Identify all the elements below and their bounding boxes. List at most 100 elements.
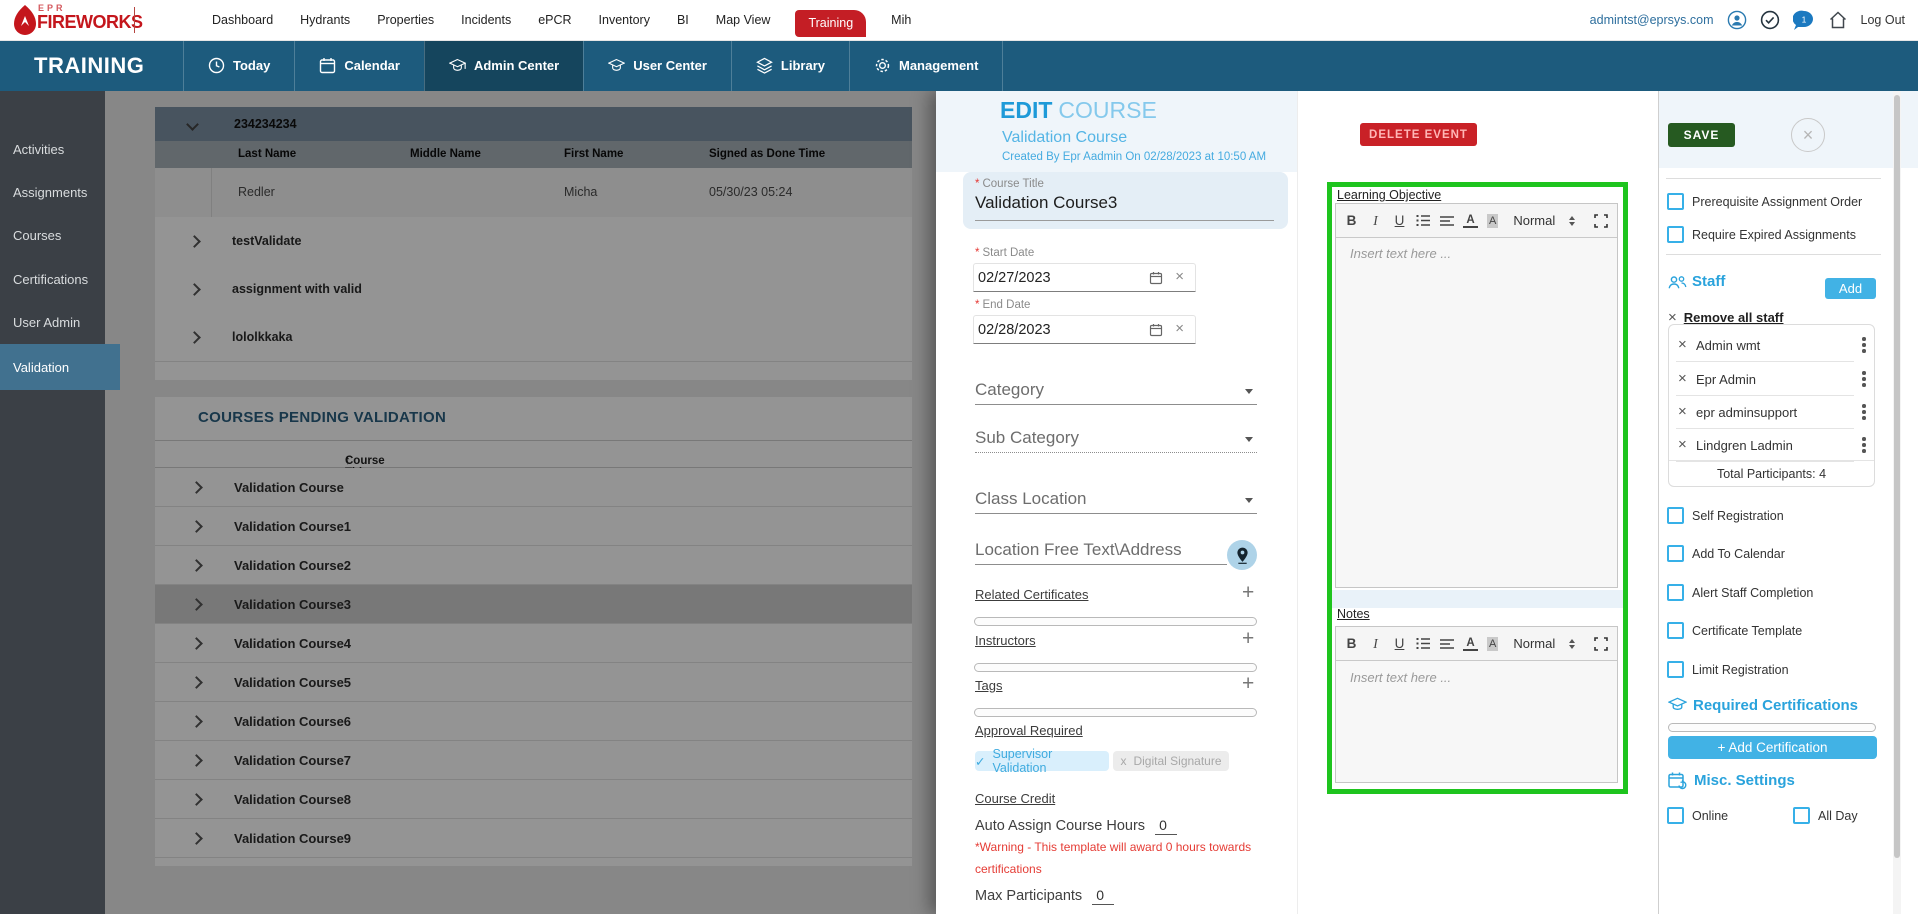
sidebar-item-activities[interactable]: Activities [0, 128, 105, 171]
require-expired-checkbox[interactable]: Require Expired Assignments [1667, 226, 1856, 243]
kebab-menu-icon[interactable] [1862, 404, 1866, 420]
sidebar-item-user-admin[interactable]: User Admin [0, 301, 105, 344]
prerequisite-order-checkbox[interactable]: Prerequisite Assignment Order [1667, 193, 1862, 210]
tab-admin-center[interactable]: Admin Center [424, 40, 583, 91]
save-button[interactable]: SAVE [1668, 123, 1735, 147]
sidebar-item-assignments[interactable]: Assignments [0, 171, 105, 214]
italic-button[interactable]: I [1368, 636, 1383, 652]
category-select[interactable]: Category [975, 378, 1257, 405]
certificate-template-checkbox[interactable]: Certificate Template [1667, 622, 1802, 639]
fullscreen-button[interactable] [1594, 637, 1608, 651]
underline-button[interactable]: U [1392, 213, 1407, 228]
tab-management[interactable]: Management [849, 40, 1003, 91]
fullscreen-button[interactable] [1594, 214, 1608, 228]
text-color-button[interactable]: A [1463, 637, 1478, 651]
text-color-button[interactable]: A [1463, 214, 1478, 228]
max-participants-input[interactable]: 0 [1092, 887, 1114, 905]
ordered-list-button[interactable] [1416, 637, 1431, 650]
modal-backdrop[interactable] [105, 91, 936, 914]
panel-scrollbar[interactable] [1893, 91, 1901, 914]
staff-people-icon [1668, 275, 1687, 290]
end-date-field[interactable]: 02/28/2023 × [973, 315, 1196, 344]
nav-inventory[interactable]: Inventory [599, 13, 650, 27]
modal-title-edit: EDIT [1000, 97, 1052, 123]
location-free-text-input[interactable]: Location Free Text\Address [975, 538, 1227, 565]
calendar-picker-icon[interactable] [1149, 323, 1163, 337]
nav-map-view[interactable]: Map View [716, 13, 771, 27]
nav-epcr[interactable]: ePCR [538, 13, 571, 27]
start-date-field[interactable]: 02/27/2023 × [973, 263, 1196, 292]
add-certification-button[interactable]: + Add Certification [1668, 736, 1877, 759]
auto-assign-hours-input[interactable]: 0 [1155, 817, 1177, 835]
end-date-value: 02/28/2023 [978, 322, 1051, 338]
remove-staff-icon[interactable]: × [1678, 436, 1687, 453]
map-pin-button[interactable] [1227, 540, 1257, 570]
tab-library[interactable]: Library [731, 40, 849, 91]
kebab-menu-icon[interactable] [1862, 371, 1866, 387]
nav-incidents[interactable]: Incidents [461, 13, 511, 27]
misc-settings-title: Misc. Settings [1694, 772, 1795, 789]
editor-placeholder[interactable]: Insert text here ... [1350, 670, 1451, 685]
course-title-input[interactable]: Validation Course3 [975, 193, 1117, 213]
paragraph-format-select[interactable]: Normal [1513, 213, 1575, 228]
sidebar-item-certifications[interactable]: Certifications [0, 258, 105, 301]
editor-placeholder[interactable]: Insert text here ... [1350, 246, 1451, 261]
tab-user-center[interactable]: User Center [583, 40, 731, 91]
format-value: Normal [1513, 213, 1555, 228]
kebab-menu-icon[interactable] [1862, 337, 1866, 353]
scrollbar-thumb[interactable] [1894, 95, 1900, 858]
user-avatar-icon[interactable] [1727, 10, 1747, 30]
underline-button[interactable]: U [1392, 636, 1407, 651]
align-button[interactable] [1440, 215, 1454, 227]
kebab-menu-icon[interactable] [1862, 437, 1866, 453]
paragraph-format-select[interactable]: Normal [1513, 636, 1575, 651]
limit-registration-checkbox[interactable]: Limit Registration [1667, 661, 1789, 678]
module-title: TRAINING [34, 53, 144, 79]
logout-button[interactable]: Log Out [1861, 13, 1905, 27]
nav-properties[interactable]: Properties [377, 13, 434, 27]
nav-hydrants[interactable]: Hydrants [300, 13, 350, 27]
add-staff-button[interactable]: Add [1825, 278, 1876, 299]
bold-button[interactable]: B [1344, 636, 1359, 651]
check-circle-icon[interactable] [1760, 10, 1780, 30]
nav-bi[interactable]: BI [677, 13, 689, 27]
add-tag-button[interactable]: + [1242, 677, 1254, 691]
messages-icon[interactable]: 1 [1793, 10, 1815, 30]
calendar-picker-icon[interactable] [1149, 271, 1163, 285]
training-app-window: EPR FIREWORKS Dashboard Hydrants Propert… [0, 0, 1918, 914]
highlight-color-button[interactable]: A [1487, 214, 1498, 228]
highlight-color-button[interactable]: A [1487, 637, 1498, 651]
close-icon[interactable]: × [1791, 118, 1825, 152]
delete-event-button[interactable]: DELETE EVENT [1360, 123, 1477, 146]
home-icon[interactable] [1828, 10, 1848, 30]
sub-category-select[interactable]: Sub Category [975, 426, 1257, 453]
class-location-select[interactable]: Class Location [975, 487, 1257, 514]
clear-date-icon[interactable]: × [1175, 320, 1184, 337]
sidebar-item-courses[interactable]: Courses [0, 214, 105, 257]
layers-icon [756, 57, 773, 74]
self-registration-checkbox[interactable]: Self Registration [1667, 507, 1784, 524]
nav-mih[interactable]: Mih [891, 13, 911, 27]
ordered-list-button[interactable] [1416, 214, 1431, 227]
add-instructor-button[interactable]: + [1242, 632, 1254, 646]
sidebar-item-validation-active[interactable]: Validation [0, 344, 120, 390]
italic-button[interactable]: I [1368, 213, 1383, 229]
bold-button[interactable]: B [1344, 213, 1359, 228]
remove-staff-icon[interactable]: × [1678, 403, 1687, 420]
clear-date-icon[interactable]: × [1175, 268, 1184, 285]
add-to-calendar-checkbox[interactable]: Add To Calendar [1667, 545, 1785, 562]
online-checkbox[interactable]: Online [1667, 807, 1728, 824]
supervisor-validation-toggle[interactable]: ✓ Supervisor Validation [975, 751, 1109, 771]
tab-calendar[interactable]: Calendar [294, 40, 424, 91]
add-related-certificate-button[interactable]: + [1242, 586, 1254, 600]
align-button[interactable] [1440, 638, 1454, 650]
remove-staff-icon[interactable]: × [1678, 370, 1687, 387]
digital-signature-toggle[interactable]: x Digital Signature [1113, 751, 1229, 771]
remove-staff-icon[interactable]: × [1678, 336, 1687, 353]
alert-staff-completion-checkbox[interactable]: Alert Staff Completion [1667, 584, 1813, 601]
all-day-checkbox[interactable]: All Day [1793, 807, 1858, 824]
nav-training-active[interactable]: Training [795, 10, 866, 37]
tab-today[interactable]: Today [183, 40, 294, 91]
nav-dashboard[interactable]: Dashboard [212, 13, 273, 27]
credit-warning-line1: *Warning - This template will award 0 ho… [975, 840, 1251, 854]
